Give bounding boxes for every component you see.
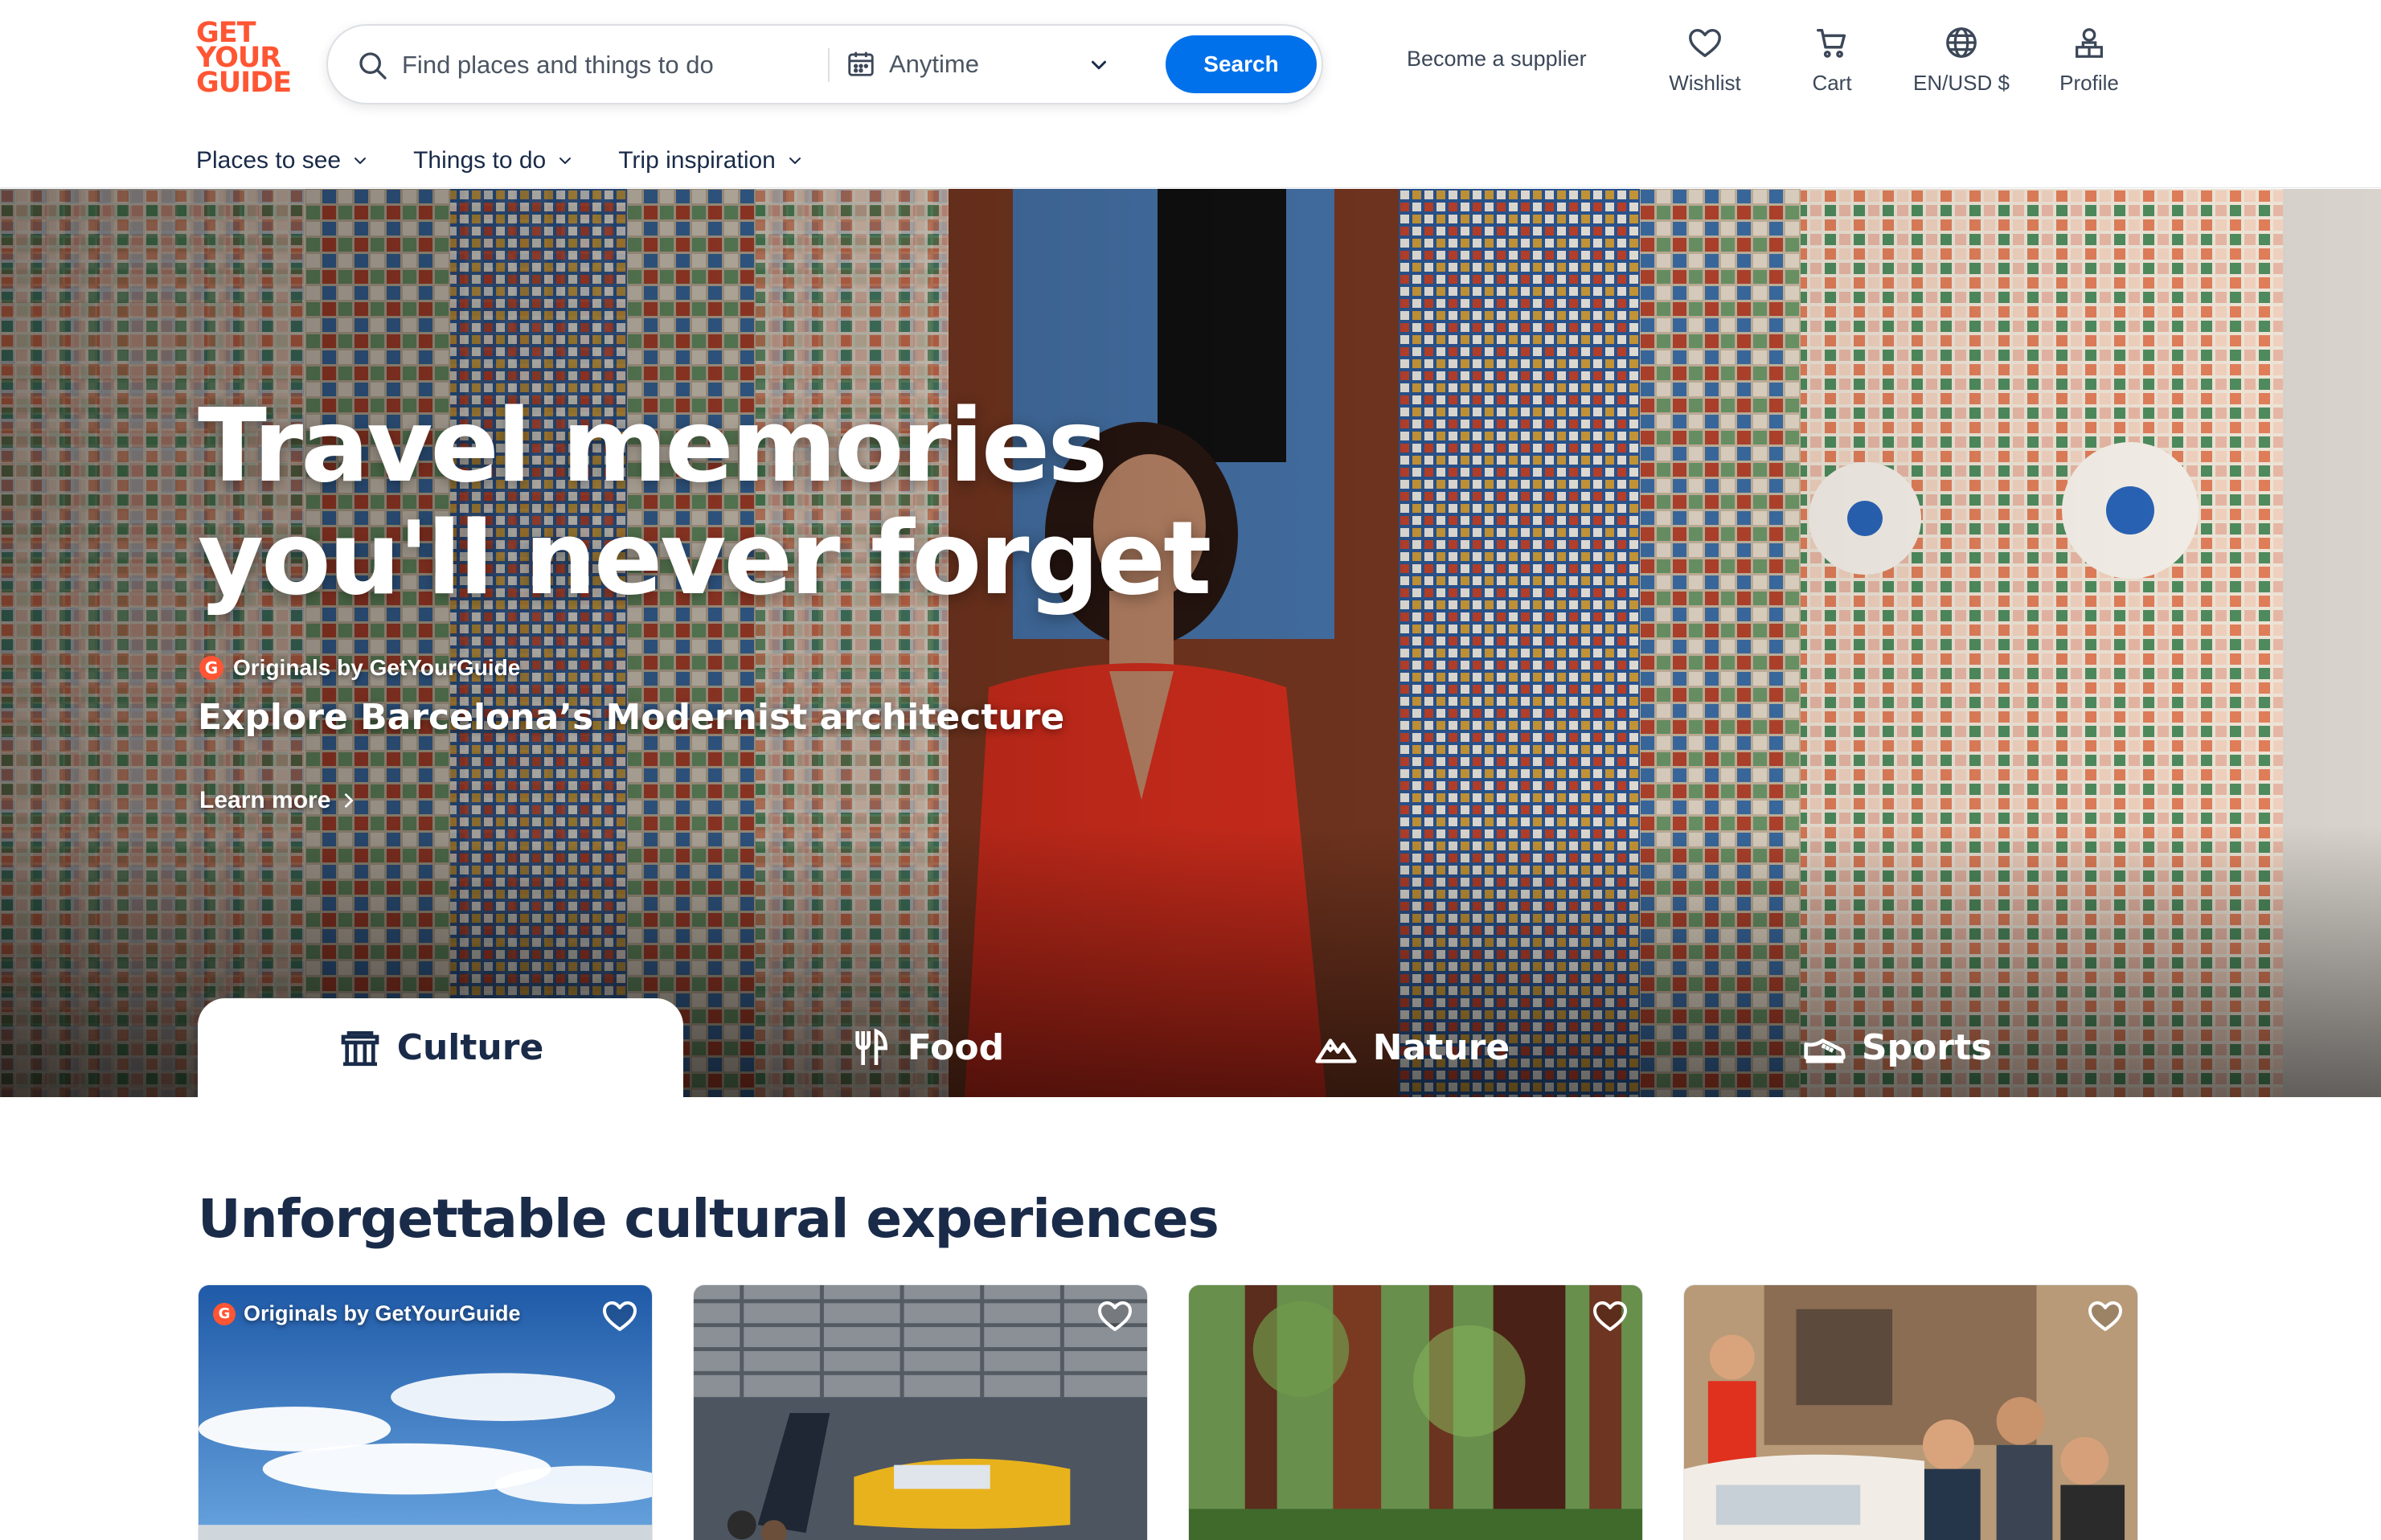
wishlist-heart-icon[interactable] <box>1591 1296 1629 1335</box>
experience-card[interactable] <box>1188 1284 1643 1540</box>
learn-more-label: Learn more <box>199 787 331 813</box>
experience-cards: G Originals by GetYourGuide <box>198 1284 2143 1540</box>
getyourguide-g-icon: G <box>199 656 223 680</box>
nav-places-to-see-label: Places to see <box>196 147 342 174</box>
nav-places-to-see[interactable]: Places to see <box>196 143 370 178</box>
vintage-car-tour-photo <box>1684 1285 2137 1540</box>
profile-icon <box>2076 28 2103 58</box>
getyourguide-logo[interactable]: GET YOUR GUIDE <box>196 19 292 99</box>
language-currency-button[interactable]: EN/USD $ <box>1905 24 2018 104</box>
originals-label: Originals by GetYourGuide <box>244 1301 521 1325</box>
profile-button[interactable]: Profile <box>2051 24 2127 104</box>
category-tabs: Culture Food Nature Sports <box>198 998 2183 1097</box>
search-divider <box>828 48 830 82</box>
nav-trip-inspiration[interactable]: Trip inspiration <box>618 143 805 178</box>
nav-trip-inspiration-label: Trip inspiration <box>618 147 776 174</box>
hero-title-line-1: Travel memories <box>198 387 1108 505</box>
sneaker-icon <box>1804 1038 1846 1063</box>
chevron-down-icon <box>354 158 367 164</box>
originals-badge: G Originals by GetYourGuide <box>199 655 520 681</box>
tab-culture-label: Culture <box>396 1027 544 1068</box>
search-bar: Anytime Search <box>326 24 1323 104</box>
hero-title-line-2: you'll never forget <box>198 499 1211 617</box>
nav-things-to-do-label: Things to do <box>413 147 547 174</box>
experience-card[interactable] <box>693 1284 1148 1540</box>
cart-label: Cart <box>1812 71 1852 95</box>
getyourguide-g-icon: G <box>213 1302 236 1325</box>
chevron-down-icon <box>1092 60 1106 70</box>
cart-icon <box>1817 28 1846 58</box>
hero-banner: Travel memories you'll never forget G Or… <box>0 189 2381 1097</box>
wishlist-button[interactable]: Wishlist <box>1661 24 1749 104</box>
aircraft-hangar-photo <box>694 1285 1147 1540</box>
hero-subtitle: Explore Barcelona’s Modernist architectu… <box>198 697 1065 738</box>
tab-nature[interactable]: Nature <box>1169 998 1654 1097</box>
chevron-down-icon <box>559 158 572 164</box>
wishlist-heart-icon[interactable] <box>1096 1296 1134 1335</box>
redwood-forest-photo <box>1189 1285 1642 1540</box>
language-currency-label: EN/USD $ <box>1913 71 2010 95</box>
originals-badge: G Originals by GetYourGuide <box>213 1301 521 1326</box>
heart-icon <box>1689 28 1721 58</box>
tab-culture[interactable]: Culture <box>198 998 683 1097</box>
experience-card[interactable]: G Originals by GetYourGuide <box>198 1284 653 1540</box>
tab-sports-label: Sports <box>1861 1027 1993 1068</box>
experience-card[interactable] <box>1683 1284 2138 1540</box>
wishlist-heart-icon[interactable] <box>600 1296 639 1335</box>
tab-nature-label: Nature <box>1372 1027 1510 1068</box>
site-header: GET YOUR GUIDE Anytime Search Become a s… <box>0 0 2381 188</box>
date-picker[interactable]: Anytime <box>846 42 1127 88</box>
hero-mosaic-photo <box>0 189 2381 1097</box>
profile-label: Profile <box>2059 71 2119 95</box>
chevron-right-icon <box>345 793 354 808</box>
wishlist-heart-icon[interactable] <box>2086 1296 2125 1335</box>
tab-sports[interactable]: Sports <box>1654 998 2140 1097</box>
search-input[interactable] <box>402 42 852 88</box>
calendar-icon <box>848 51 874 76</box>
museum-icon <box>341 1030 379 1066</box>
chevron-down-icon <box>789 158 801 164</box>
nav-things-to-do[interactable]: Things to do <box>413 143 575 178</box>
fork-knife-icon <box>855 1028 887 1065</box>
tab-food[interactable]: Food <box>683 998 1169 1097</box>
date-label: Anytime <box>889 50 979 78</box>
logo-line-3: GUIDE <box>196 67 292 99</box>
learn-more-link[interactable]: Learn more <box>199 787 358 814</box>
originals-label: Originals by GetYourGuide <box>233 655 521 680</box>
cart-button[interactable]: Cart <box>1797 24 1867 104</box>
tab-food-label: Food <box>907 1027 1005 1068</box>
wishlist-label: Wishlist <box>1669 71 1741 95</box>
hero-title: Travel memories you'll never forget <box>198 390 1243 615</box>
section-title: Unforgettable cultural experiences <box>198 1188 1219 1250</box>
mountain-icon <box>1315 1038 1357 1063</box>
search-button[interactable]: Search <box>1166 35 1317 93</box>
become-supplier-link[interactable]: Become a supplier <box>1407 47 1587 72</box>
secondary-nav: Places to see Things to do Trip inspirat… <box>196 143 805 178</box>
globe-icon <box>1946 27 1977 58</box>
search-icon <box>359 52 387 80</box>
